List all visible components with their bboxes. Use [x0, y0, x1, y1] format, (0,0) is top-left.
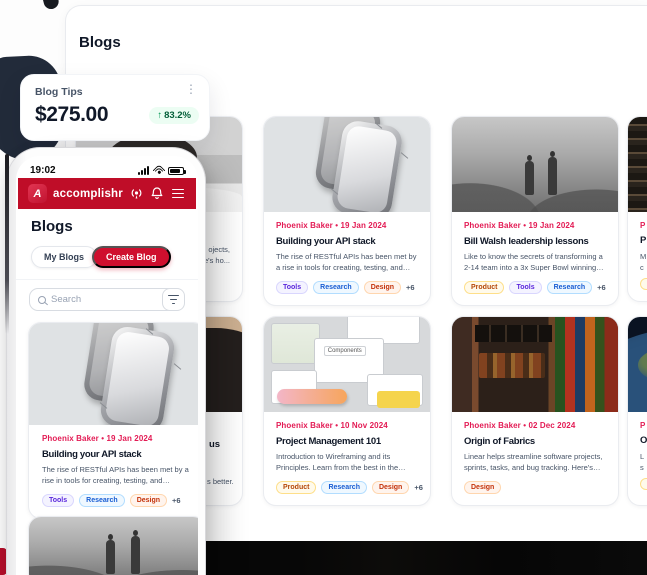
tag[interactable]: Research: [79, 494, 125, 507]
up-arrow-icon: ↑: [157, 110, 162, 121]
phone-screen: 19:02 A accomplishr Blogs My B: [16, 156, 198, 575]
card-meta: Phoenix Baker • 19 Jan 2024: [276, 221, 418, 230]
card-desc-fragment: ojects,: [208, 245, 230, 254]
tag-clipped: [640, 278, 647, 290]
search-icon: [38, 296, 46, 304]
tag[interactable]: Research: [321, 481, 367, 494]
page-title: Blogs: [79, 34, 121, 51]
kebab-menu-icon[interactable]: ⋮: [181, 81, 201, 97]
blog-card[interactable]: Phoenix Baker • 19 Jan 2024 Building you…: [263, 116, 431, 306]
card-description: Linear helps streamline software project…: [464, 452, 606, 473]
blog-card-image-ui-collage: Components: [264, 317, 430, 412]
card-title[interactable]: Origin of Fabrics: [464, 436, 606, 447]
tag[interactable]: Tools: [276, 281, 308, 294]
blog-card[interactable]: Components Phoenix Baker • 10 Nov 2024 P…: [263, 316, 431, 506]
tag[interactable]: Design: [364, 281, 401, 294]
card-meta-fragment: P: [640, 421, 645, 430]
hamburger-icon[interactable]: [170, 187, 186, 201]
signal-icon: [138, 166, 149, 175]
blog-card-clipped[interactable]: P O L s: [627, 316, 647, 506]
tag-more-count[interactable]: +6: [172, 496, 181, 505]
card-title-fragment: us: [209, 439, 220, 450]
blog-card-image-earth: [628, 317, 647, 412]
card-meta: Phoenix Baker • 10 Nov 2024: [276, 421, 418, 430]
components-label: Components: [324, 346, 366, 356]
tag[interactable]: Product: [464, 281, 504, 294]
blog-card[interactable]: Phoenix Baker • 02 Dec 2024 Origin of Fa…: [451, 316, 619, 506]
tag[interactable]: Design: [130, 494, 167, 507]
blog-card[interactable]: Phoenix Baker • 19 Jan 2024 Bill Walsh l…: [451, 116, 619, 306]
card-meta-fragment: P: [640, 221, 645, 230]
card-description: The rise of RESTful APIs has been met by…: [276, 252, 418, 273]
card-title-fragment: P: [640, 235, 646, 246]
accomplishr-logo[interactable]: A: [28, 184, 47, 203]
card-desc-fragment: s better.: [207, 477, 234, 486]
card-meta: Phoenix Baker • 19 Jan 2024: [464, 221, 606, 230]
card-description: Like to know the secrets of transforming…: [464, 252, 606, 273]
card-desc-fragment: s: [640, 463, 644, 472]
decorative-dark-mark: [43, 0, 60, 11]
tag[interactable]: Design: [464, 481, 501, 494]
mobile-blog-card[interactable]: Phoenix Baker • 19 Jan 2024 Building you…: [28, 322, 198, 519]
blog-card-image-two-figures: [452, 117, 618, 212]
blog-card-image: [628, 117, 647, 212]
card-title[interactable]: Project Management 101: [276, 436, 418, 447]
mobile-blog-card-clipped[interactable]: [28, 516, 198, 575]
card-description: Introduction to Wireframing and its Prin…: [276, 452, 418, 473]
podcast-icon[interactable]: [129, 186, 144, 201]
tag[interactable]: Design: [372, 481, 409, 494]
blog-card-image-api-stack: [264, 117, 430, 212]
blog-card-clipped[interactable]: P P M c: [627, 116, 647, 302]
tag[interactable]: Tools: [42, 494, 74, 507]
phone-mockup: 19:02 A accomplishr Blogs My B: [6, 147, 206, 575]
divider: [16, 279, 198, 280]
brand-name: accomplishr: [53, 188, 123, 200]
filter-button[interactable]: [162, 288, 185, 311]
tag[interactable]: Tools: [509, 281, 541, 294]
search-input[interactable]: [51, 294, 167, 305]
stat-card-title: Blog Tips: [35, 86, 195, 98]
card-title[interactable]: Building your API stack: [42, 449, 192, 460]
card-title[interactable]: Bill Walsh leadership lessons: [464, 236, 606, 247]
battery-icon: [168, 167, 184, 175]
card-tags: Product Research Design +6: [276, 481, 418, 494]
card-desc-fragment: L: [640, 452, 644, 461]
card-tags: Tools Research Design +6: [42, 494, 192, 507]
tag[interactable]: Research: [547, 281, 593, 294]
tag-clipped: [640, 478, 647, 490]
screenshot-canvas: Blogs ojects, re's ho... Phoenix Baker •…: [0, 0, 647, 575]
wifi-icon: [153, 166, 164, 175]
blog-tips-stat-card: Blog Tips $275.00 ⋮ ↑83.2%: [20, 74, 210, 141]
card-tags: Product Tools Research +6: [464, 281, 606, 294]
card-meta: Phoenix Baker • 19 Jan 2024: [42, 434, 192, 443]
card-tags: Tools Research Design +6: [276, 281, 418, 294]
tag-more-count[interactable]: +6: [414, 483, 423, 492]
card-description: The rise of RESTful APIs has been met by…: [42, 465, 192, 486]
status-time: 19:02: [30, 165, 56, 176]
my-blogs-button[interactable]: My Blogs: [31, 246, 97, 268]
stat-change-badge: ↑83.2%: [149, 107, 199, 124]
card-title[interactable]: Building your API stack: [276, 236, 418, 247]
card-desc-fragment: M: [640, 252, 646, 261]
card-tags: Design: [464, 481, 606, 494]
create-blog-button[interactable]: Create Blog: [92, 246, 171, 268]
card-meta: Phoenix Baker • 02 Dec 2024: [464, 421, 606, 430]
tag[interactable]: Research: [313, 281, 359, 294]
app-header: A accomplishr: [18, 178, 196, 209]
blog-card-image-api-stack: [29, 323, 198, 425]
tag-more-count[interactable]: +6: [406, 283, 415, 292]
phone-page-title: Blogs: [31, 218, 73, 235]
bell-icon[interactable]: [150, 186, 164, 201]
tag-more-count[interactable]: +6: [597, 283, 606, 292]
search-field[interactable]: [29, 288, 176, 311]
blog-card-image-fabric-shop: [452, 317, 618, 412]
status-bar: 19:02: [16, 156, 198, 178]
blog-card-image-two-figures: [29, 517, 198, 575]
card-desc-fragment: c: [640, 263, 644, 272]
tag[interactable]: Product: [276, 481, 316, 494]
card-title-fragment: O: [640, 435, 647, 446]
